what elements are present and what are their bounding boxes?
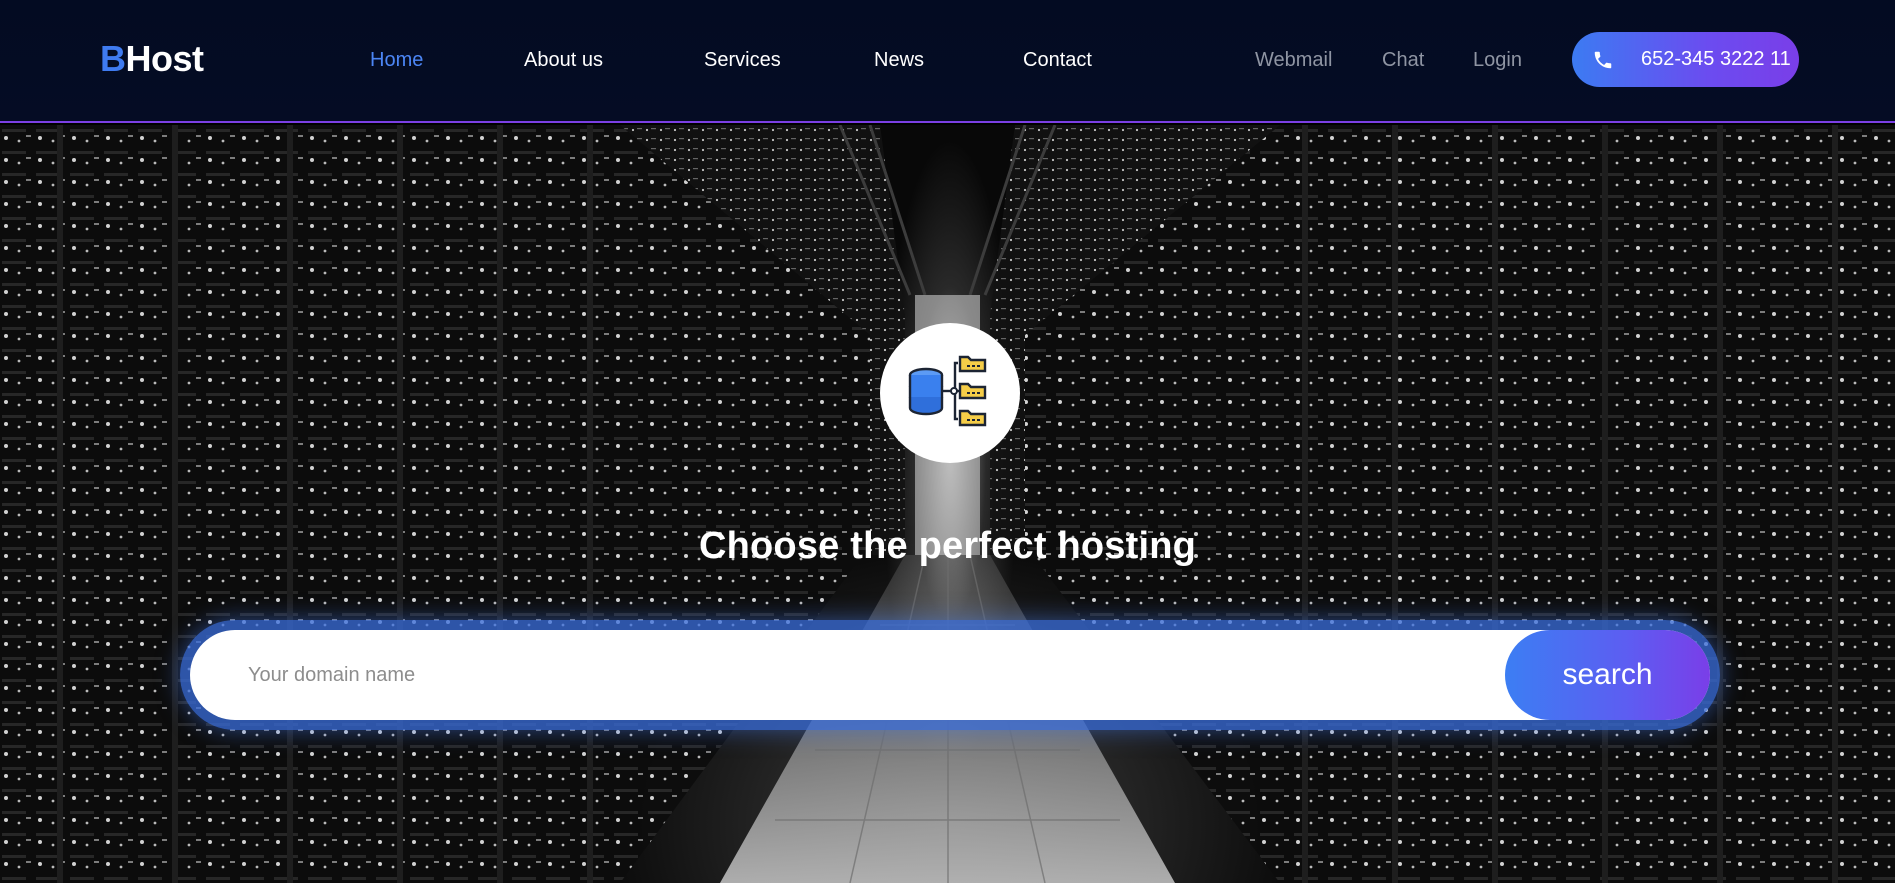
logo-letter: B — [100, 38, 126, 79]
chat-link[interactable]: Chat — [1382, 49, 1424, 72]
nav-contact[interactable]: Contact — [1023, 49, 1092, 72]
domain-search-input[interactable] — [190, 630, 1710, 720]
nav-about-us[interactable]: About us — [524, 49, 603, 72]
phone-icon — [1592, 49, 1614, 71]
domain-search-bar: search — [180, 620, 1720, 730]
nav-services[interactable]: Services — [704, 49, 781, 72]
hero-section: Choose the perfect hosting search — [0, 125, 1895, 883]
hero-title: Choose the perfect hosting — [698, 525, 1197, 567]
database-hierarchy-icon — [908, 353, 992, 434]
phone-number: 652-345 3222 11 — [1641, 48, 1791, 70]
logo-text: Host — [125, 38, 205, 79]
phone-button[interactable]: 652-345 3222 11 — [1572, 32, 1799, 87]
nav-home[interactable]: Home — [370, 49, 423, 72]
site-header: BHost Home About us Services News Contac… — [0, 0, 1895, 123]
webmail-link[interactable]: Webmail — [1255, 49, 1332, 72]
hosting-icon-badge — [880, 323, 1020, 463]
datacenter-background — [0, 125, 1895, 883]
brand-logo[interactable]: BHost — [100, 38, 204, 80]
search-button[interactable]: search — [1505, 630, 1710, 720]
nav-news[interactable]: News — [874, 49, 924, 72]
login-link[interactable]: Login — [1473, 49, 1522, 72]
